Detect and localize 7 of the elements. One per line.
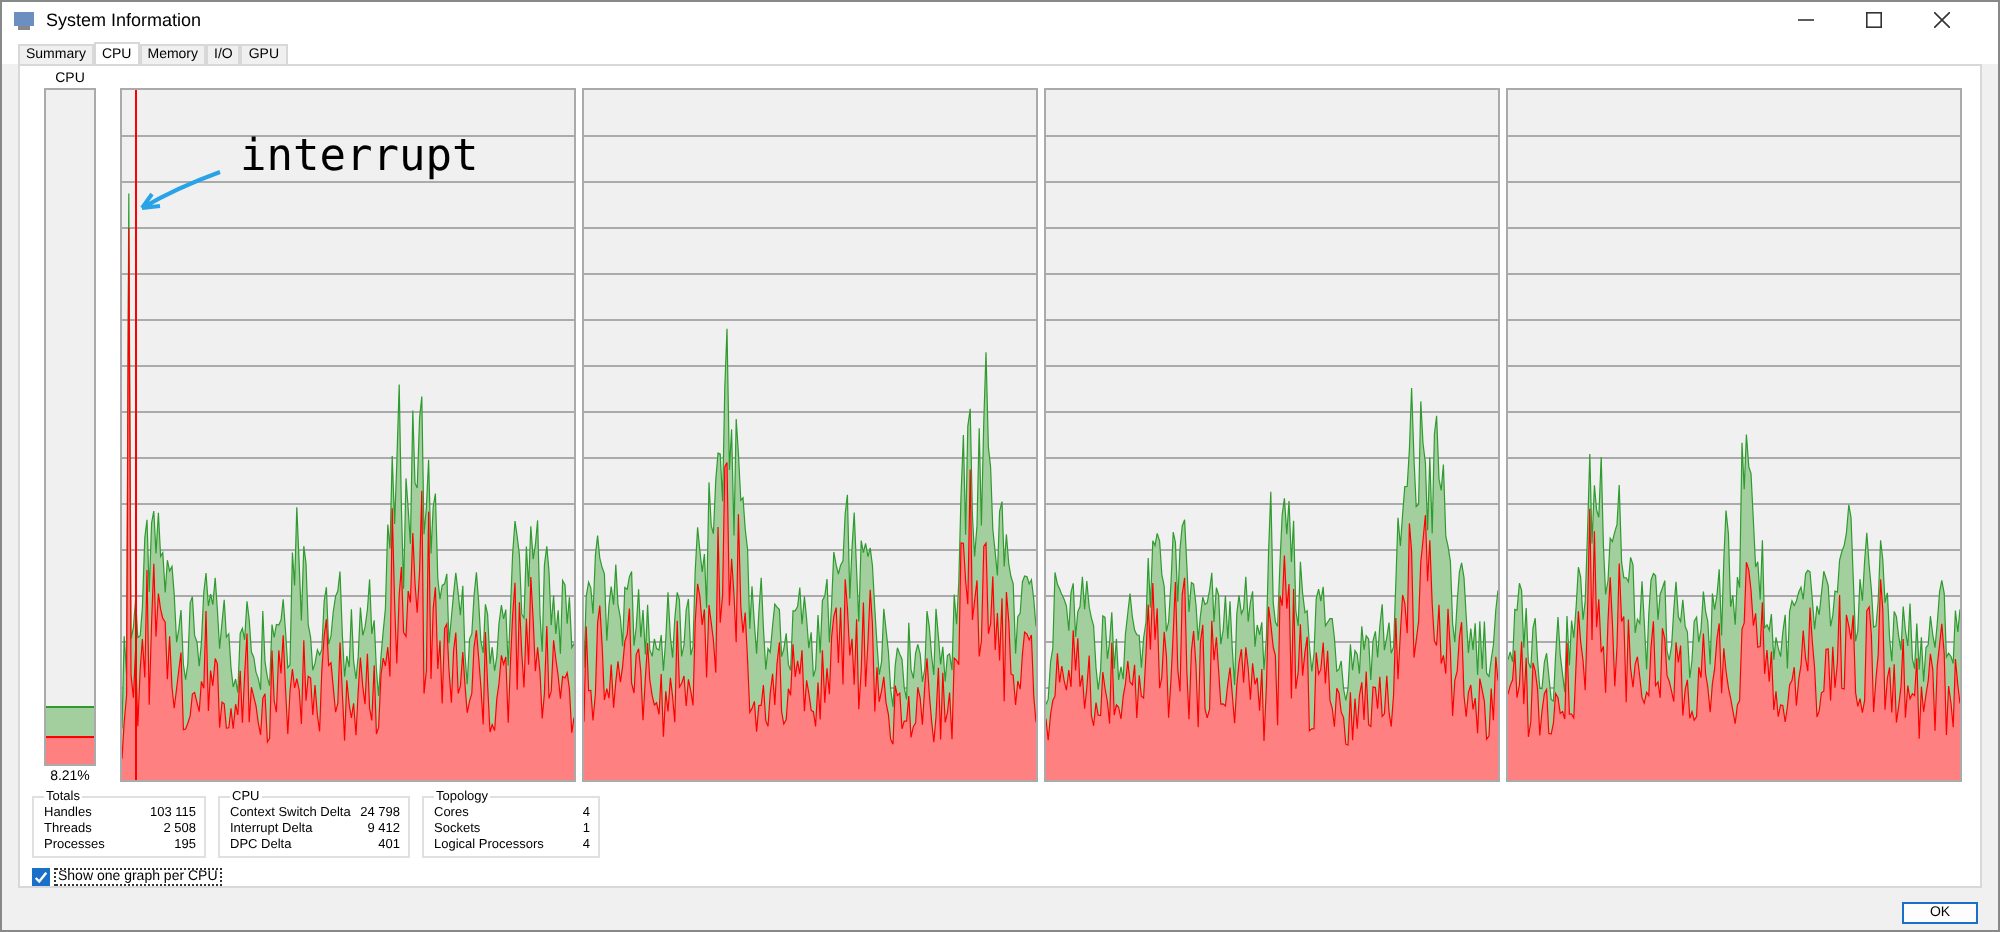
window-title: System Information (46, 10, 204, 30)
arrow-icon (136, 168, 224, 216)
maximize-icon[interactable] (1866, 12, 1882, 28)
annotation-text: interrupt (240, 132, 479, 182)
close-icon[interactable] (1934, 12, 1950, 28)
app-icon (12, 8, 36, 32)
checkbox[interactable] (32, 868, 50, 886)
